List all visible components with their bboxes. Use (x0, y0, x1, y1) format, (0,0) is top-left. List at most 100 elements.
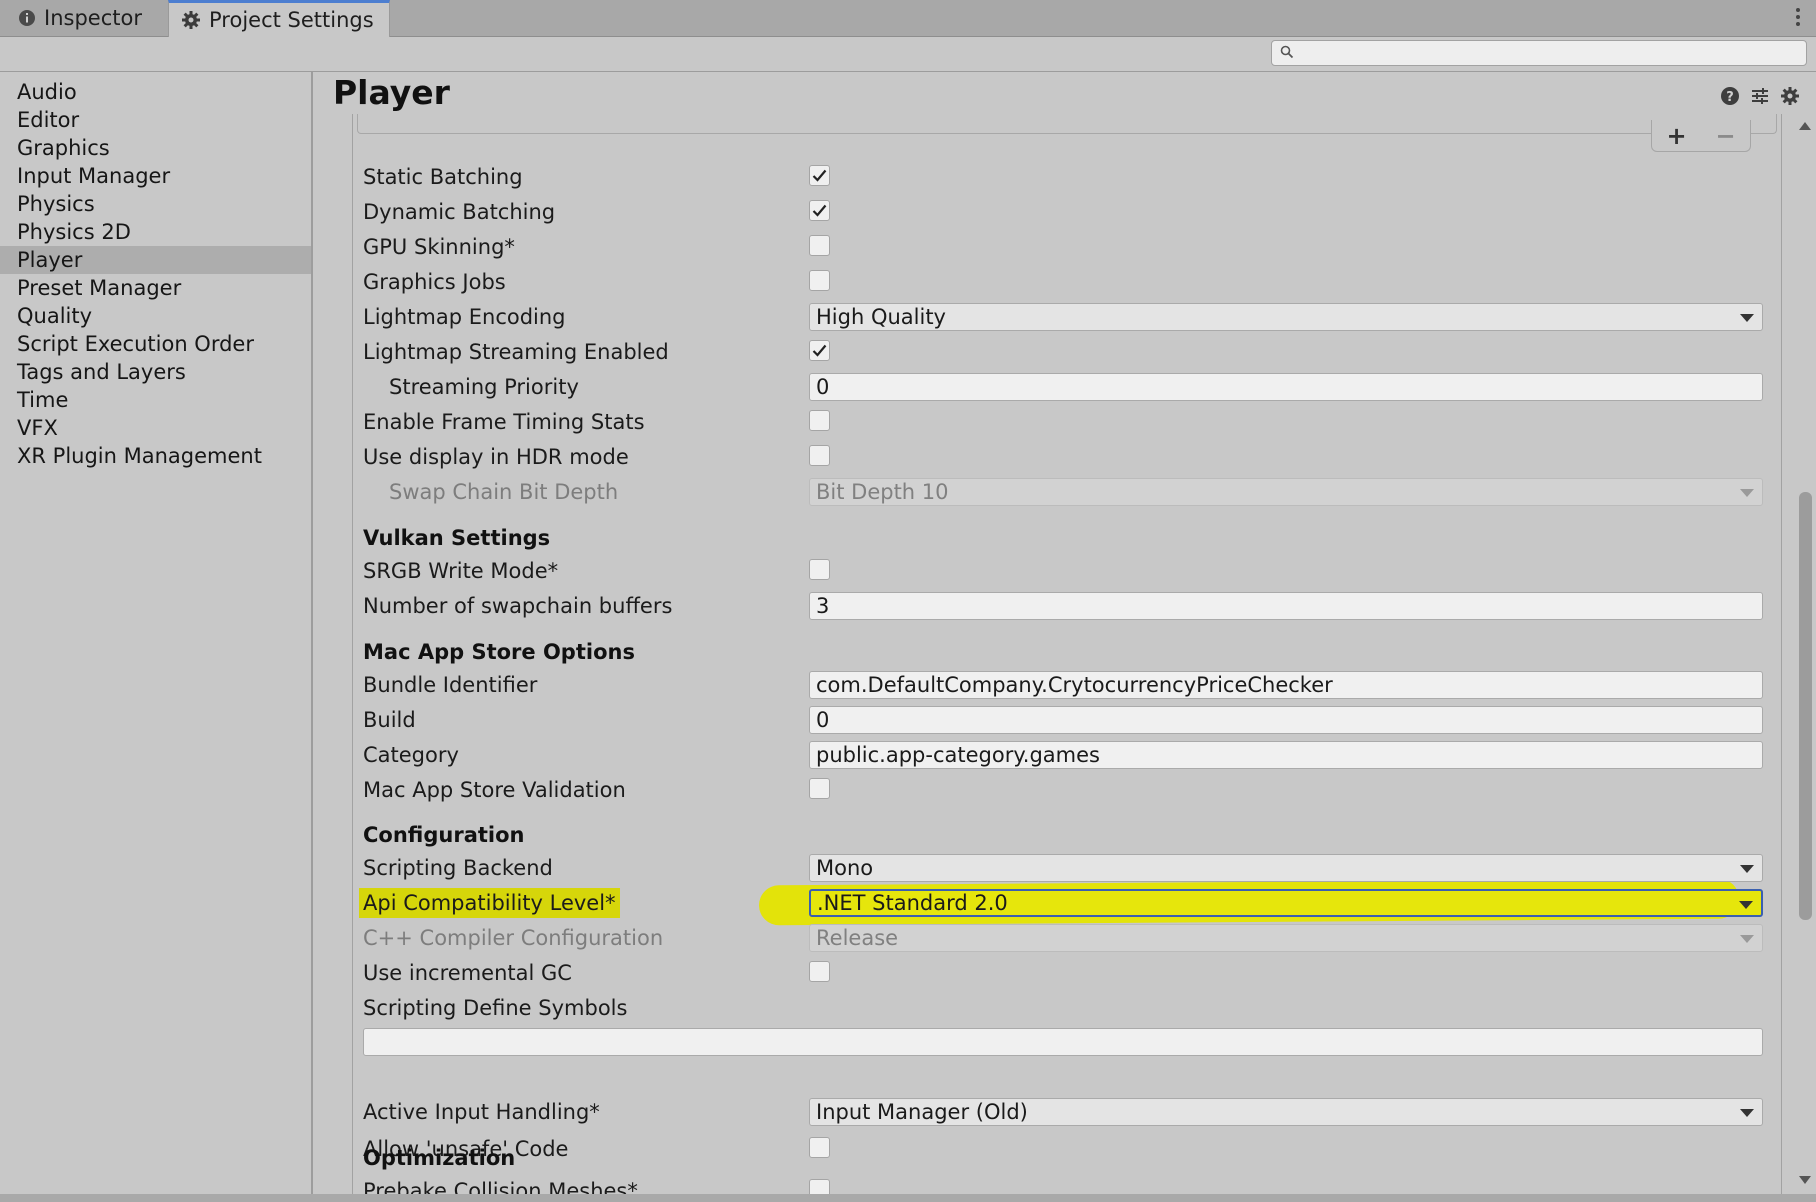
scripting-backend-dropdown[interactable]: Mono (809, 854, 1763, 882)
row-hdr-mode: Use display in HDR mode (363, 442, 1763, 472)
window-bottom-edge (0, 1194, 1816, 1202)
active-input-value: Input Manager (Old) (816, 1100, 1028, 1124)
more-options-icon[interactable] (1796, 5, 1802, 29)
dynamic-batching-checkbox[interactable] (809, 200, 830, 221)
row-scripting-backend: Scripting Backend Mono (363, 853, 1763, 883)
section-configuration: Configuration (363, 820, 1763, 850)
frame-timing-label: Enable Frame Timing Stats (363, 410, 645, 434)
scroll-thumb[interactable] (1799, 492, 1812, 920)
incremental-gc-checkbox[interactable] (809, 961, 830, 982)
tab-project-settings-label: Project Settings (209, 8, 374, 32)
chevron-down-icon (1740, 489, 1754, 497)
row-frame-timing: Enable Frame Timing Stats (363, 407, 1763, 437)
optimization-row-inner: Optimization (363, 1143, 1763, 1173)
mac-validation-label: Mac App Store Validation (363, 778, 626, 802)
sidebar-item-player[interactable]: Player (0, 246, 311, 274)
lightmap-streaming-checkbox[interactable] (809, 340, 830, 361)
sidebar-item-audio[interactable]: Audio (0, 78, 311, 106)
sidebar-item-time[interactable]: Time (0, 386, 311, 414)
active-input-label: Active Input Handling* (363, 1100, 600, 1124)
optimization-header: Optimization (363, 1146, 516, 1170)
help-icon[interactable]: ? (1720, 86, 1740, 106)
sidebar-item-tags-and-layers[interactable]: Tags and Layers (0, 358, 311, 386)
srgb-write-checkbox[interactable] (809, 559, 830, 580)
row-define-symbols-label: Scripting Define Symbols (363, 993, 1763, 1023)
section-vulkan-settings: Vulkan Settings (363, 523, 1763, 553)
swapchain-buffers-input[interactable]: 3 (809, 592, 1763, 620)
tab-inspector-label: Inspector (44, 6, 142, 30)
api-compatibility-dropdown[interactable]: .NET Standard 2.0 (809, 889, 1763, 917)
frame-timing-checkbox[interactable] (809, 410, 830, 431)
row-graphics-jobs: Graphics Jobs (363, 267, 1763, 297)
streaming-priority-input[interactable]: 0 (809, 373, 1763, 401)
checkmark-icon (812, 344, 827, 357)
sidebar-item-vfx[interactable]: VFX (0, 414, 311, 442)
graphics-jobs-checkbox[interactable] (809, 270, 830, 291)
remove-button[interactable]: − (1715, 124, 1735, 148)
svg-text:?: ? (1726, 90, 1734, 105)
define-symbols-input[interactable] (363, 1028, 1763, 1056)
api-compatibility-label: Api Compatibility Level* (359, 888, 620, 918)
sidebar-item-graphics[interactable]: Graphics (0, 134, 311, 162)
row-lightmap-streaming: Lightmap Streaming Enabled (363, 337, 1763, 367)
sidebar-item-physics[interactable]: Physics (0, 190, 311, 218)
tab-project-settings[interactable]: Project Settings (168, 0, 390, 37)
sidebar-item-physics-2d[interactable]: Physics 2D (0, 218, 311, 246)
static-batching-label: Static Batching (363, 165, 523, 189)
bundle-identifier-input[interactable]: com.DefaultCompany.CrytocurrencyPriceChe… (809, 671, 1763, 699)
swap-chain-value: Bit Depth 10 (816, 480, 949, 504)
chevron-down-icon (1740, 865, 1754, 873)
api-compatibility-value: .NET Standard 2.0 (817, 891, 1008, 915)
row-static-batching: Static Batching (363, 162, 1763, 192)
chevron-down-icon (1740, 314, 1754, 322)
configuration-header: Configuration (363, 823, 525, 847)
sidebar-item-input-manager[interactable]: Input Manager (0, 162, 311, 190)
hdr-mode-label: Use display in HDR mode (363, 445, 629, 469)
search-box[interactable] (1271, 40, 1807, 66)
prebake-collision-label: Prebake Collision Meshes* (363, 1179, 638, 1194)
list-frame-bottom (357, 114, 1777, 134)
tab-inspector[interactable]: Inspector (0, 0, 166, 36)
mac-validation-checkbox[interactable] (809, 778, 830, 799)
build-input[interactable]: 0 (809, 706, 1763, 734)
row-dynamic-batching: Dynamic Batching (363, 197, 1763, 227)
sidebar-item-preset-manager[interactable]: Preset Manager (0, 274, 311, 302)
search-icon (1280, 44, 1294, 63)
row-category: Category public.app-category.games (363, 740, 1763, 770)
sidebar-item-script-execution-order[interactable]: Script Execution Order (0, 330, 311, 358)
category-input[interactable]: public.app-category.games (809, 741, 1763, 769)
info-icon (18, 9, 36, 27)
sidebar-item-editor[interactable]: Editor (0, 106, 311, 134)
gpu-skinning-checkbox[interactable] (809, 235, 830, 256)
sidebar-item-quality[interactable]: Quality (0, 302, 311, 330)
hdr-mode-checkbox[interactable] (809, 445, 830, 466)
vulkan-settings-header: Vulkan Settings (363, 526, 551, 550)
lightmap-encoding-dropdown[interactable]: High Quality (809, 303, 1763, 331)
row-gpu-skinning: GPU Skinning* (363, 232, 1763, 262)
static-batching-checkbox[interactable] (809, 165, 830, 186)
chevron-down-icon (1739, 901, 1753, 909)
search-input[interactable] (1300, 42, 1806, 64)
preset-sliders-icon[interactable] (1750, 86, 1770, 106)
row-swapchain-buffers: Number of swapchain buffers 3 (363, 591, 1763, 621)
section-optimization: Optimization (363, 1143, 1763, 1173)
settings-gear-icon[interactable] (1780, 86, 1800, 106)
mac-app-store-header: Mac App Store Options (363, 640, 635, 664)
active-input-dropdown[interactable]: Input Manager (Old) (809, 1098, 1763, 1126)
build-label: Build (363, 708, 416, 732)
cpp-compiler-dropdown: Release (809, 924, 1763, 952)
lightmap-encoding-label: Lightmap Encoding (363, 305, 566, 329)
row-active-input-handling: Active Input Handling* Input Manager (Ol… (363, 1097, 1763, 1127)
prebake-collision-checkbox[interactable] (809, 1179, 830, 1194)
swapchain-buffers-label: Number of swapchain buffers (363, 594, 673, 618)
graphics-jobs-label: Graphics Jobs (363, 270, 506, 294)
gear-icon (181, 10, 201, 30)
scroll-up-icon[interactable] (1799, 122, 1811, 130)
prebake-row-inner: Prebake Collision Meshes* (363, 1176, 1763, 1194)
vertical-scrollbar[interactable] (1795, 114, 1816, 1194)
scroll-down-icon[interactable] (1799, 1176, 1811, 1184)
add-button[interactable]: + (1666, 124, 1686, 148)
sidebar-item-xr-plugin-management[interactable]: XR Plugin Management (0, 442, 311, 470)
cpp-compiler-label: C++ Compiler Configuration (363, 926, 664, 950)
row-api-compatibility-level: Api Compatibility Level* .NET Standard 2… (359, 888, 1763, 918)
